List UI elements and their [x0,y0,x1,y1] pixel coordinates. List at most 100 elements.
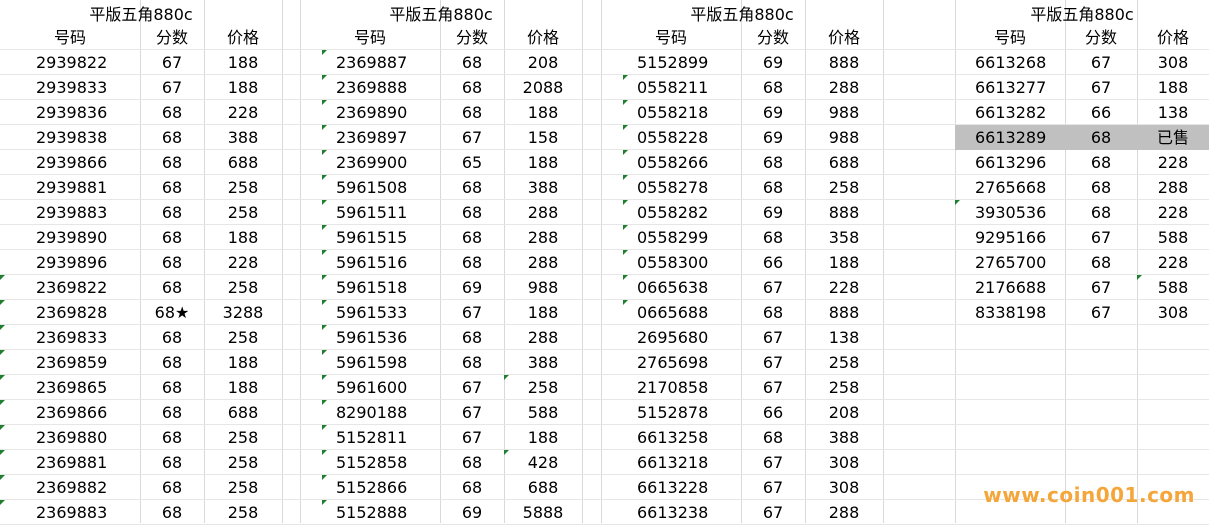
price-cell[interactable]: 208 [805,400,883,425]
table-row[interactable]: 2369822 68 258 [0,275,282,300]
price-cell[interactable]: 5888 [504,500,582,525]
score-cell[interactable]: 68★ [140,300,204,325]
table-row[interactable]: 3930536 68 228 [955,200,1209,225]
score-cell[interactable]: 68 [440,450,504,475]
number-cell[interactable]: 2369828 [0,300,140,325]
score-cell[interactable]: 68 [741,75,805,100]
score-cell[interactable]: 68 [440,225,504,250]
number-cell[interactable]: 0665638 [601,275,741,300]
number-cell[interactable]: 2170858 [601,375,741,400]
number-cell[interactable]: 2939833 [0,75,140,100]
price-cell[interactable]: 388 [805,425,883,450]
price-cell[interactable]: 188 [204,225,282,250]
score-cell[interactable]: 68 [140,200,204,225]
price-cell[interactable]: 188 [204,75,282,100]
number-cell[interactable]: 5961600 [300,375,440,400]
price-cell[interactable]: 228 [1137,200,1209,225]
score-cell[interactable]: 68 [440,350,504,375]
number-cell[interactable]: 5961515 [300,225,440,250]
score-cell[interactable]: 68 [440,250,504,275]
price-cell[interactable]: 158 [504,125,582,150]
score-cell[interactable]: 67 [741,500,805,525]
number-cell[interactable]: 5152858 [300,450,440,475]
price-cell[interactable]: 228 [204,250,282,275]
score-cell[interactable]: 66 [1065,100,1137,125]
score-cell[interactable]: 68 [140,125,204,150]
price-cell[interactable]: 688 [204,150,282,175]
number-cell[interactable]: 6613282 [955,100,1065,125]
price-cell[interactable]: 308 [805,450,883,475]
score-cell[interactable]: 69 [741,125,805,150]
table-row[interactable]: 2369828 68★ 3288 [0,300,282,325]
score-cell[interactable]: 67 [741,325,805,350]
price-cell[interactable]: 288 [504,200,582,225]
price-cell[interactable]: 258 [204,175,282,200]
score-cell[interactable]: 67 [440,425,504,450]
table-row[interactable]: 8338198 67 308 [955,300,1209,325]
number-cell[interactable]: 3930536 [955,200,1065,225]
table-row[interactable]: 2939881 68 258 [0,175,282,200]
score-cell[interactable]: 68 [741,150,805,175]
score-cell[interactable]: 68 [440,175,504,200]
score-cell[interactable]: 67 [440,400,504,425]
price-cell[interactable]: 228 [1137,250,1209,275]
number-cell[interactable]: 5961516 [300,250,440,275]
number-cell[interactable]: 0558282 [601,200,741,225]
number-cell[interactable]: 2939881 [0,175,140,200]
score-cell[interactable]: 67 [440,375,504,400]
table-row[interactable]: 5961516 68 288 [300,250,582,275]
score-cell[interactable]: 67 [440,125,504,150]
table-row[interactable]: 2939838 68 388 [0,125,282,150]
price-cell[interactable]: 188 [504,150,582,175]
score-cell[interactable]: 68 [440,325,504,350]
number-cell[interactable]: 2369890 [300,100,440,125]
price-cell[interactable]: 188 [805,250,883,275]
table-row[interactable]: 2939866 68 688 [0,150,282,175]
score-cell[interactable]: 67 [1065,75,1137,100]
price-cell[interactable]: 288 [504,325,582,350]
number-cell[interactable]: 5152811 [300,425,440,450]
number-cell[interactable]: 2369883 [0,500,140,525]
price-cell[interactable]: 188 [504,300,582,325]
price-cell[interactable]: 588 [504,400,582,425]
score-cell[interactable]: 67 [741,350,805,375]
score-cell[interactable]: 67 [741,375,805,400]
number-cell[interactable]: 5961508 [300,175,440,200]
price-cell[interactable]: 288 [805,500,883,525]
number-cell[interactable]: 2369887 [300,50,440,75]
number-cell[interactable]: 5152878 [601,400,741,425]
table-row[interactable]: 2939896 68 228 [0,250,282,275]
score-cell[interactable]: 69 [741,200,805,225]
score-cell[interactable]: 68 [140,100,204,125]
number-cell[interactable]: 0558300 [601,250,741,275]
table-row[interactable]: 2369865 68 188 [0,375,282,400]
table-row[interactable]: 6613296 68 228 [955,150,1209,175]
score-cell[interactable]: 66 [741,400,805,425]
price-cell[interactable]: 258 [805,175,883,200]
sold-status-cell[interactable]: 已售 [1137,125,1209,150]
score-cell[interactable]: 68 [140,375,204,400]
table-row[interactable]: 2939883 68 258 [0,200,282,225]
price-cell[interactable]: 288 [1137,175,1209,200]
table-row[interactable]: 2369888 68 2088 [300,75,582,100]
score-cell[interactable]: 68 [741,300,805,325]
score-cell[interactable]: 65 [440,150,504,175]
number-cell[interactable]: 2369888 [300,75,440,100]
score-cell[interactable]: 68 [140,425,204,450]
number-cell[interactable]: 0558211 [601,75,741,100]
price-cell[interactable]: 138 [1137,100,1209,125]
number-cell[interactable]: 0558299 [601,225,741,250]
price-cell[interactable]: 258 [204,425,282,450]
table-row[interactable]: 2939833 67 188 [0,75,282,100]
number-cell[interactable]: 2369822 [0,275,140,300]
score-cell[interactable]: 68 [440,50,504,75]
table-row[interactable]: 2369883 68 258 [0,500,282,525]
score-cell[interactable]: 69 [440,500,504,525]
number-cell[interactable]: 2695680 [601,325,741,350]
table-row[interactable]: 5961533 67 188 [300,300,582,325]
number-cell[interactable]: 6613289 [955,125,1065,150]
table-row[interactable]: 5961598 68 388 [300,350,582,375]
number-cell[interactable]: 2939836 [0,100,140,125]
table-row[interactable]: 2369887 68 208 [300,50,582,75]
number-cell[interactable]: 2939838 [0,125,140,150]
